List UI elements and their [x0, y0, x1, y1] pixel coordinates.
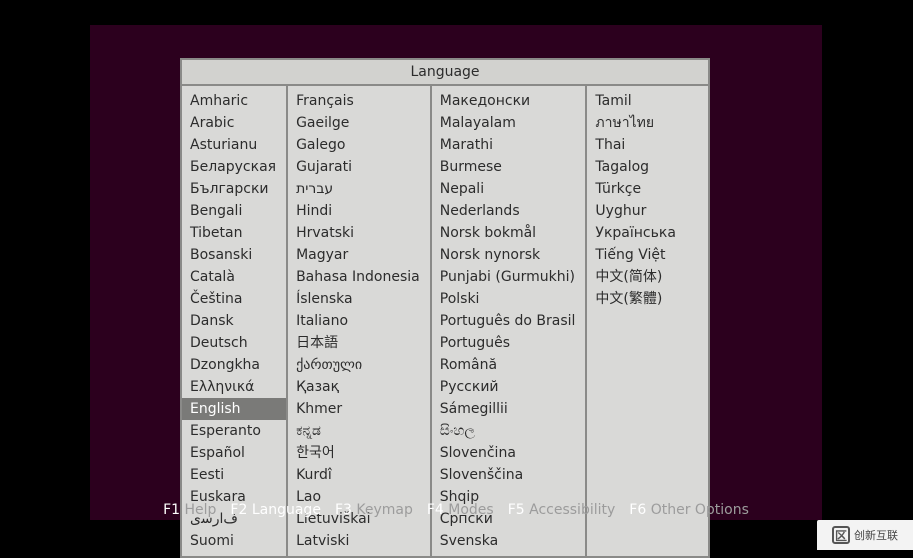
- language-option[interactable]: Bosanski: [182, 244, 286, 266]
- fkey-key: F1: [163, 502, 180, 518]
- fkey-label: Keymap: [352, 502, 413, 518]
- language-option[interactable]: Українська: [587, 222, 685, 244]
- language-option[interactable]: Malayalam: [432, 112, 586, 134]
- fkey-label: Modes: [444, 502, 494, 518]
- language-option[interactable]: Hindi: [288, 200, 430, 222]
- language-option[interactable]: Esperanto: [182, 420, 286, 442]
- language-option[interactable]: ภาษาไทย: [587, 112, 685, 134]
- language-option[interactable]: Punjabi (Gurmukhi): [432, 266, 586, 288]
- fkey-key: F3: [335, 502, 352, 518]
- fkey-f4[interactable]: F4 Modes: [427, 502, 494, 518]
- fkey-f5[interactable]: F5 Accessibility: [508, 502, 616, 518]
- language-option[interactable]: Türkçe: [587, 178, 685, 200]
- language-option[interactable]: Nederlands: [432, 200, 586, 222]
- language-option[interactable]: Bengali: [182, 200, 286, 222]
- fkey-key: F6: [629, 502, 646, 518]
- fkey-f6[interactable]: F6 Other Options: [629, 502, 749, 518]
- language-option[interactable]: ქართული: [288, 354, 430, 376]
- language-option[interactable]: Magyar: [288, 244, 430, 266]
- language-option[interactable]: English: [182, 398, 286, 420]
- language-option[interactable]: Bahasa Indonesia: [288, 266, 430, 288]
- fkey-key: F4: [427, 502, 444, 518]
- language-option[interactable]: Khmer: [288, 398, 430, 420]
- language-option[interactable]: Português: [432, 332, 586, 354]
- language-option[interactable]: Tamil: [587, 90, 685, 112]
- language-option[interactable]: Asturianu: [182, 134, 286, 156]
- language-option[interactable]: עברית: [288, 178, 430, 200]
- language-column: FrançaisGaeilgeGalegoGujaratiעבריתHindiH…: [286, 86, 430, 556]
- language-option[interactable]: Català: [182, 266, 286, 288]
- language-option[interactable]: Hrvatski: [288, 222, 430, 244]
- language-option[interactable]: Amharic: [182, 90, 286, 112]
- language-option[interactable]: Slovenščina: [432, 464, 586, 486]
- language-option[interactable]: Ελληνικά: [182, 376, 286, 398]
- fkey-f2[interactable]: F2 Language: [230, 502, 321, 518]
- language-option[interactable]: Eesti: [182, 464, 286, 486]
- fkey-label: Accessibility: [525, 502, 616, 518]
- language-option[interactable]: Kurdî: [288, 464, 430, 486]
- function-key-bar: F1 Help F2 Language F3 Keymap F4 Modes F5 Ac…: [90, 500, 822, 520]
- fkey-label: Language: [247, 502, 321, 518]
- language-option[interactable]: Slovenčina: [432, 442, 586, 464]
- watermark-text: 创新互联: [854, 527, 898, 543]
- language-option[interactable]: Français: [288, 90, 430, 112]
- language-option[interactable]: Gaeilge: [288, 112, 430, 134]
- language-option[interactable]: Nepali: [432, 178, 586, 200]
- watermark: 区 创新互联: [817, 520, 913, 550]
- fkey-key: F2: [230, 502, 247, 518]
- language-option[interactable]: Norsk nynorsk: [432, 244, 586, 266]
- watermark-logo: 区: [832, 526, 850, 544]
- fkey-f1[interactable]: F1 Help: [163, 502, 216, 518]
- language-option[interactable]: Беларуская: [182, 156, 286, 178]
- language-option[interactable]: Italiano: [288, 310, 430, 332]
- language-option[interactable]: Sámegillii: [432, 398, 586, 420]
- language-column: МакедонскиMalayalamMarathiBurmeseNepaliN…: [430, 86, 586, 556]
- language-option[interactable]: Dzongkha: [182, 354, 286, 376]
- language-option[interactable]: 日本語: [288, 332, 430, 354]
- language-option[interactable]: සිංහල: [432, 420, 586, 442]
- language-option[interactable]: 中文(繁體): [587, 288, 685, 310]
- language-option[interactable]: Gujarati: [288, 156, 430, 178]
- language-option[interactable]: Español: [182, 442, 286, 464]
- fkey-label: Other Options: [646, 502, 749, 518]
- language-column: TamilภาษาไทยThaiTagalogTürkçeUyghurУкраї…: [585, 86, 685, 556]
- language-option[interactable]: Tiếng Việt: [587, 244, 685, 266]
- language-panel: Language AmharicArabicAsturianuБеларуска…: [180, 58, 710, 558]
- language-option[interactable]: Arabic: [182, 112, 286, 134]
- language-option[interactable]: Svenska: [432, 530, 586, 552]
- language-option[interactable]: Uyghur: [587, 200, 685, 222]
- language-option[interactable]: Burmese: [432, 156, 586, 178]
- language-option[interactable]: Dansk: [182, 310, 286, 332]
- language-option[interactable]: 中文(简体): [587, 266, 685, 288]
- language-option[interactable]: Íslenska: [288, 288, 430, 310]
- language-option[interactable]: Қазақ: [288, 376, 430, 398]
- language-columns: AmharicArabicAsturianuБеларускаяБългарск…: [180, 84, 710, 558]
- language-option[interactable]: Latviski: [288, 530, 430, 552]
- language-option[interactable]: Português do Brasil: [432, 310, 586, 332]
- language-option[interactable]: Tagalog: [587, 156, 685, 178]
- language-option[interactable]: Marathi: [432, 134, 586, 156]
- language-option[interactable]: Čeština: [182, 288, 286, 310]
- language-option[interactable]: Polski: [432, 288, 586, 310]
- language-option[interactable]: Galego: [288, 134, 430, 156]
- language-option[interactable]: Suomi: [182, 530, 286, 552]
- language-option[interactable]: Македонски: [432, 90, 586, 112]
- language-option[interactable]: Română: [432, 354, 586, 376]
- fkey-key: F5: [508, 502, 525, 518]
- language-column: AmharicArabicAsturianuБеларускаяБългарск…: [182, 86, 286, 556]
- panel-title: Language: [180, 58, 710, 84]
- fkey-label: Help: [180, 502, 216, 518]
- language-option[interactable]: ಕನ್ನಡ: [288, 420, 430, 442]
- screen-background: Language AmharicArabicAsturianuБеларуска…: [0, 0, 913, 550]
- language-option[interactable]: 한국어: [288, 442, 430, 464]
- language-option[interactable]: Русский: [432, 376, 586, 398]
- language-option[interactable]: Deutsch: [182, 332, 286, 354]
- language-option[interactable]: Thai: [587, 134, 685, 156]
- language-option[interactable]: Tibetan: [182, 222, 286, 244]
- language-option[interactable]: Norsk bokmål: [432, 222, 586, 244]
- fkey-f3[interactable]: F3 Keymap: [335, 502, 413, 518]
- language-option[interactable]: Български: [182, 178, 286, 200]
